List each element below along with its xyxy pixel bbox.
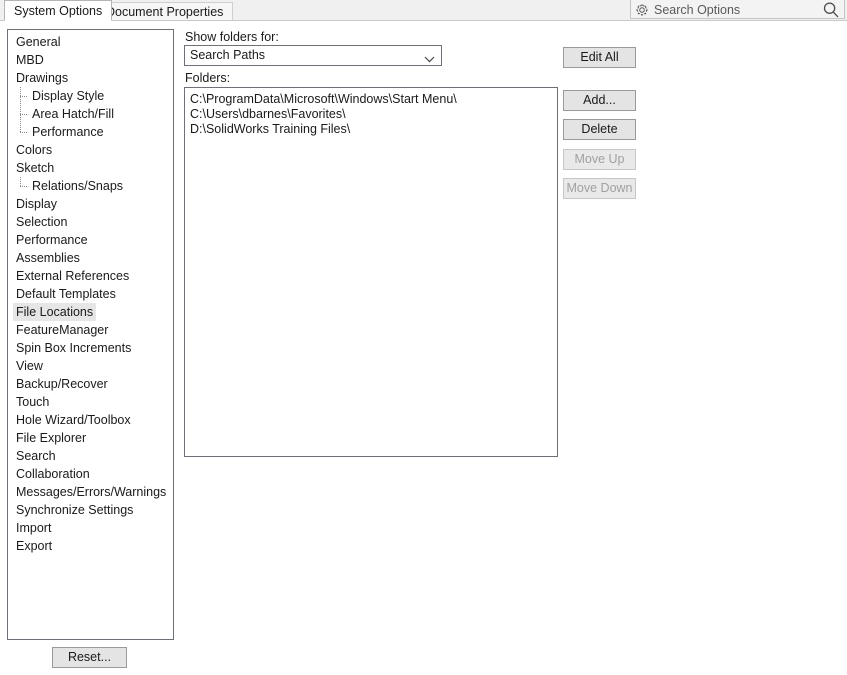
sidebar-item-performance[interactable]: Performance <box>8 123 173 141</box>
folder-list-item[interactable]: C:\Users\dbarnes\Favorites\ <box>185 107 557 122</box>
move-up-button: Move Up <box>563 149 636 170</box>
sidebar-item-label: File Explorer <box>16 431 87 445</box>
sidebar-item-external-references[interactable]: External References <box>8 267 173 285</box>
sidebar-item-hole-wizard-toolbox[interactable]: Hole Wizard/Toolbox <box>8 411 173 429</box>
options-category-list[interactable]: General MBD Drawings Display Style Area Hatc… <box>7 29 174 640</box>
show-folders-label: Show folders for: <box>185 30 279 44</box>
sidebar-item-label: Backup/Recover <box>16 377 108 391</box>
tree-line-horizontal <box>20 96 28 97</box>
sidebar-item-label: Display <box>16 197 57 211</box>
sidebar-item-label: Drawings <box>16 71 69 85</box>
sidebar-item-label: Area Hatch/Fill <box>32 107 114 121</box>
sidebar-item-search[interactable]: Search <box>8 447 173 465</box>
sidebar-item-display[interactable]: Display <box>8 195 173 213</box>
tree-line-horizontal <box>20 132 28 133</box>
sidebar-item-spin-box-increments[interactable]: Spin Box Increments <box>8 339 173 357</box>
sidebar-item-label: General <box>16 35 61 49</box>
tree-line-horizontal <box>20 186 28 187</box>
search-input[interactable] <box>649 1 821 18</box>
sidebar-item-label: Hole Wizard/Toolbox <box>16 413 131 427</box>
sidebar-item-file-locations[interactable]: File Locations <box>8 303 173 321</box>
sidebar-item-messages-errors-warnings[interactable]: Messages/Errors/Warnings <box>8 483 173 501</box>
sidebar-item-sketch[interactable]: Sketch <box>8 159 173 177</box>
tab-document-properties[interactable]: Document Properties <box>96 2 234 21</box>
sidebar-item-touch[interactable]: Touch <box>8 393 173 411</box>
sidebar-item-label: Performance <box>16 233 88 247</box>
sidebar-item-label: Default Templates <box>16 287 116 301</box>
sidebar-item-selection[interactable]: Selection <box>8 213 173 231</box>
sidebar-item-label: External References <box>16 269 130 283</box>
folders-listbox[interactable]: C:\ProgramData\Microsoft\Windows\Start M… <box>184 87 558 457</box>
sidebar-item-default-templates[interactable]: Default Templates <box>8 285 173 303</box>
sidebar-item-label: Performance <box>32 125 104 139</box>
sidebar-item-featuremanager[interactable]: FeatureManager <box>8 321 173 339</box>
sidebar-item-backup-recover[interactable]: Backup/Recover <box>8 375 173 393</box>
sidebar-item-label: Synchronize Settings <box>16 503 134 517</box>
show-folders-selected-value: Search Paths <box>190 48 266 62</box>
delete-folder-button[interactable]: Delete <box>563 119 636 140</box>
sidebar-item-colors[interactable]: Colors <box>8 141 173 159</box>
search-options-box[interactable] <box>630 0 845 19</box>
chevron-down-icon[interactable] <box>424 51 435 63</box>
sidebar-item-label: Sketch <box>16 161 55 175</box>
tree-line-vertical <box>20 177 21 186</box>
sidebar-item-synchronize-settings[interactable]: Synchronize Settings <box>8 501 173 519</box>
folders-listbox-inner: C:\ProgramData\Microsoft\Windows\Start M… <box>185 92 557 137</box>
sidebar-item-drawings[interactable]: Drawings <box>8 69 173 87</box>
sidebar-item-performance[interactable]: Performance <box>8 231 173 249</box>
sidebar-item-general[interactable]: General <box>8 33 173 51</box>
folder-list-item[interactable]: D:\SolidWorks Training Files\ <box>185 122 557 137</box>
sidebar-item-assemblies[interactable]: Assemblies <box>8 249 173 267</box>
sidebar-item-label: MBD <box>16 53 44 67</box>
sidebar-item-label: Export <box>16 539 53 553</box>
tab-system-options[interactable]: System Options <box>4 0 113 21</box>
sidebar-item-view[interactable]: View <box>8 357 173 375</box>
tree-line-vertical <box>20 123 21 132</box>
sidebar-item-label: Relations/Snaps <box>32 179 124 193</box>
edit-all-button[interactable]: Edit All <box>563 47 636 68</box>
sidebar-item-area-hatch-fill[interactable]: Area Hatch/Fill <box>8 105 173 123</box>
sidebar-item-label: Assemblies <box>16 251 80 265</box>
sidebar-item-label: Spin Box Increments <box>16 341 132 355</box>
sidebar-item-display-style[interactable]: Display Style <box>8 87 173 105</box>
folder-list-item[interactable]: C:\ProgramData\Microsoft\Windows\Start M… <box>185 92 557 107</box>
system-options-dialog: System Options Document Properties Searc… <box>0 0 847 675</box>
sidebar-item-label: FeatureManager <box>16 323 109 337</box>
sidebar-item-mbd[interactable]: MBD <box>8 51 173 69</box>
sidebar-item-label: Selection <box>16 215 68 229</box>
sidebar-item-collaboration[interactable]: Collaboration <box>8 465 173 483</box>
sidebar-item-file-explorer[interactable]: File Explorer <box>8 429 173 447</box>
sidebar-item-label: Display Style <box>32 89 105 103</box>
folders-label: Folders: <box>185 71 231 85</box>
tree-line-horizontal <box>20 114 28 115</box>
magnifier-icon[interactable] <box>821 0 841 20</box>
sidebar-item-label: File Locations <box>13 303 97 321</box>
move-down-button: Move Down <box>563 178 636 199</box>
options-category-list-inner: General MBD Drawings Display Style Area Hatc… <box>8 33 173 555</box>
gear-icon <box>635 3 649 17</box>
sidebar-item-import[interactable]: Import <box>8 519 173 537</box>
sidebar-item-label: Collaboration <box>16 467 90 481</box>
show-folders-select[interactable]: Search Paths <box>184 45 442 66</box>
sidebar-item-label: Import <box>16 521 52 535</box>
sidebar-item-export[interactable]: Export <box>8 537 173 555</box>
sidebar-item-relations-snaps[interactable]: Relations/Snaps <box>8 177 173 195</box>
sidebar-item-label: Colors <box>16 143 53 157</box>
sidebar-item-label: Touch <box>16 395 50 409</box>
add-folder-button[interactable]: Add... <box>563 90 636 111</box>
sidebar-item-label: Search <box>16 449 56 463</box>
reset-button[interactable]: Reset... <box>52 647 127 668</box>
sidebar-item-label: View <box>16 359 43 373</box>
sidebar-item-label: Messages/Errors/Warnings <box>16 485 167 499</box>
